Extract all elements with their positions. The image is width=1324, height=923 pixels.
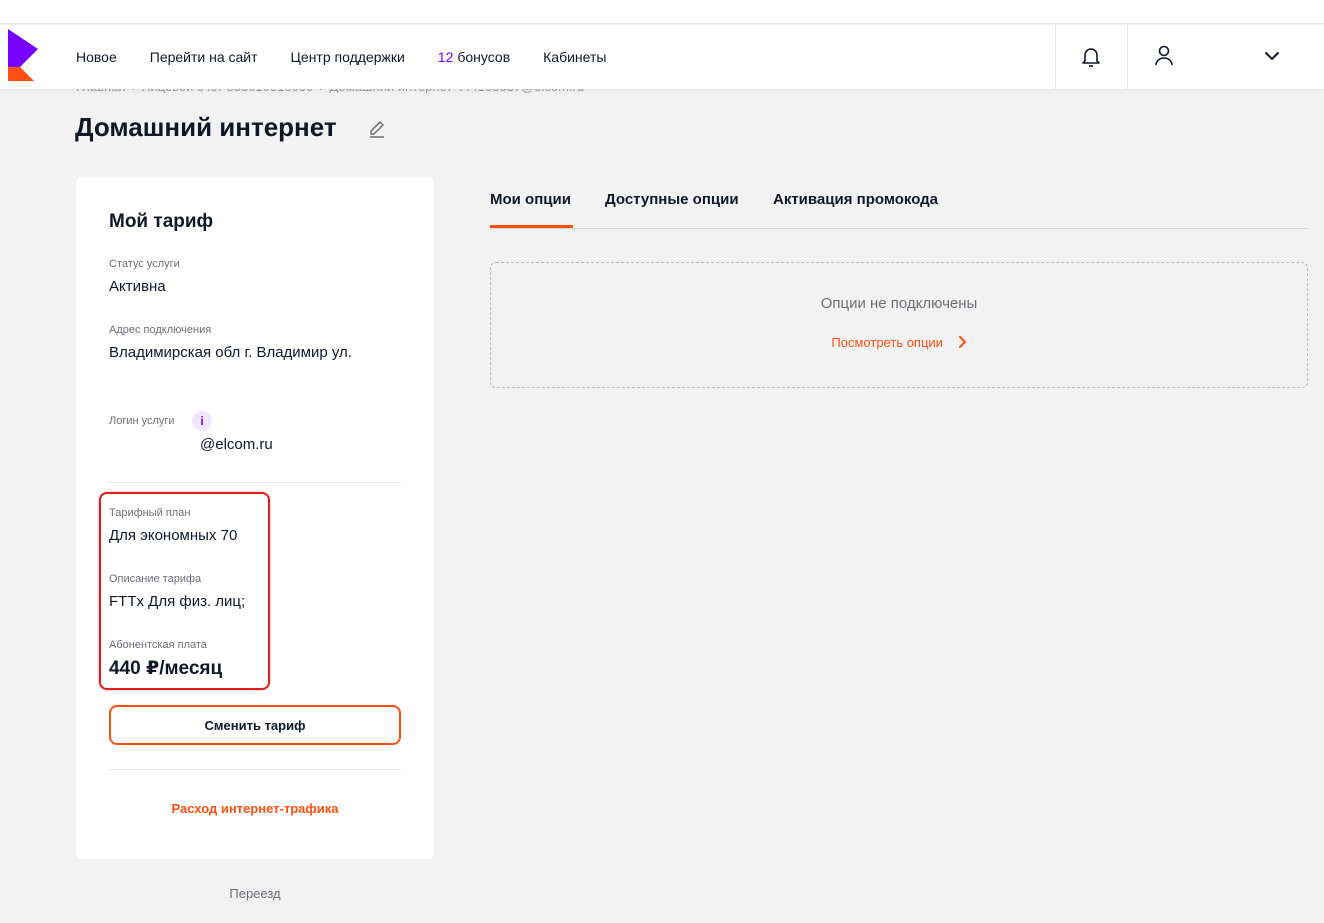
user-icon[interactable]: [1153, 44, 1175, 68]
pencil-icon[interactable]: [367, 118, 387, 138]
tariff-card: Мой тариф Статус услуги Активна Адрес по…: [76, 177, 434, 859]
description-label: Описание тарифа: [109, 573, 202, 585]
header-divider: [1055, 25, 1056, 89]
options-empty-state: Опции не подключены Посмотреть опции: [490, 262, 1308, 388]
card-divider: [109, 482, 401, 483]
nav-item-go-to-site[interactable]: Перейти на сайт: [150, 49, 258, 65]
address-value: Владимирская обл г. Владимир ул.: [109, 344, 352, 361]
tab-available-options[interactable]: Доступные опции: [605, 191, 739, 208]
header-divider: [1127, 25, 1128, 89]
status-value: Активна: [109, 278, 166, 295]
chevron-right-icon: [958, 336, 966, 348]
main-nav: Новое Перейти на сайт Центр поддержки 12…: [76, 25, 639, 89]
page-title: Домашний интернет: [75, 112, 337, 142]
tab-promo-activation[interactable]: Активация промокода: [773, 191, 938, 208]
move-link[interactable]: Переезд: [76, 886, 434, 901]
active-tab-indicator: [490, 225, 573, 228]
login-label: Логин услуги: [109, 415, 175, 427]
bell-icon[interactable]: [1080, 45, 1102, 69]
traffic-usage-link[interactable]: Расход интернет-трафика: [76, 801, 434, 816]
change-tariff-button[interactable]: Сменить тариф: [109, 705, 401, 745]
nav-item-support[interactable]: Центр поддержки: [291, 49, 405, 65]
nav-item-cabinets[interactable]: Кабинеты: [543, 49, 606, 65]
browser-top-strip: [0, 0, 1324, 24]
top-header: Новое Перейти на сайт Центр поддержки 12…: [0, 25, 1324, 89]
card-title: Мой тариф: [109, 211, 214, 232]
info-icon[interactable]: i: [192, 411, 212, 431]
view-options-label: Посмотреть опции: [831, 335, 943, 350]
nav-item-new[interactable]: Новое: [76, 49, 117, 65]
fee-label: Абонентская плата: [109, 639, 207, 651]
description-value: FTTx Для физ. лиц;: [109, 593, 246, 610]
options-tabs: Мои опции Доступные опции Активация пром…: [490, 180, 1308, 229]
address-label: Адрес подключения: [109, 324, 212, 336]
status-label: Статус услуги: [109, 258, 180, 270]
bonus-count: 12: [437, 49, 454, 65]
plan-value: Для экономных 70: [109, 527, 238, 544]
nav-item-bonuses[interactable]: 12 бонусов: [438, 49, 510, 65]
tab-my-options[interactable]: Мои опции: [490, 191, 571, 208]
bonus-label: бонусов: [457, 49, 511, 65]
rostelecom-logo[interactable]: [7, 29, 39, 81]
view-options-link[interactable]: Посмотреть опции: [491, 335, 1307, 350]
empty-state-text: Опции не подключены: [820, 295, 978, 312]
card-divider: [109, 769, 401, 770]
fee-value: 440 ₽/месяц: [109, 658, 223, 679]
plan-label: Тарифный план: [109, 507, 191, 519]
chevron-down-icon[interactable]: [1262, 49, 1282, 63]
login-value: @elcom.ru: [200, 436, 273, 453]
